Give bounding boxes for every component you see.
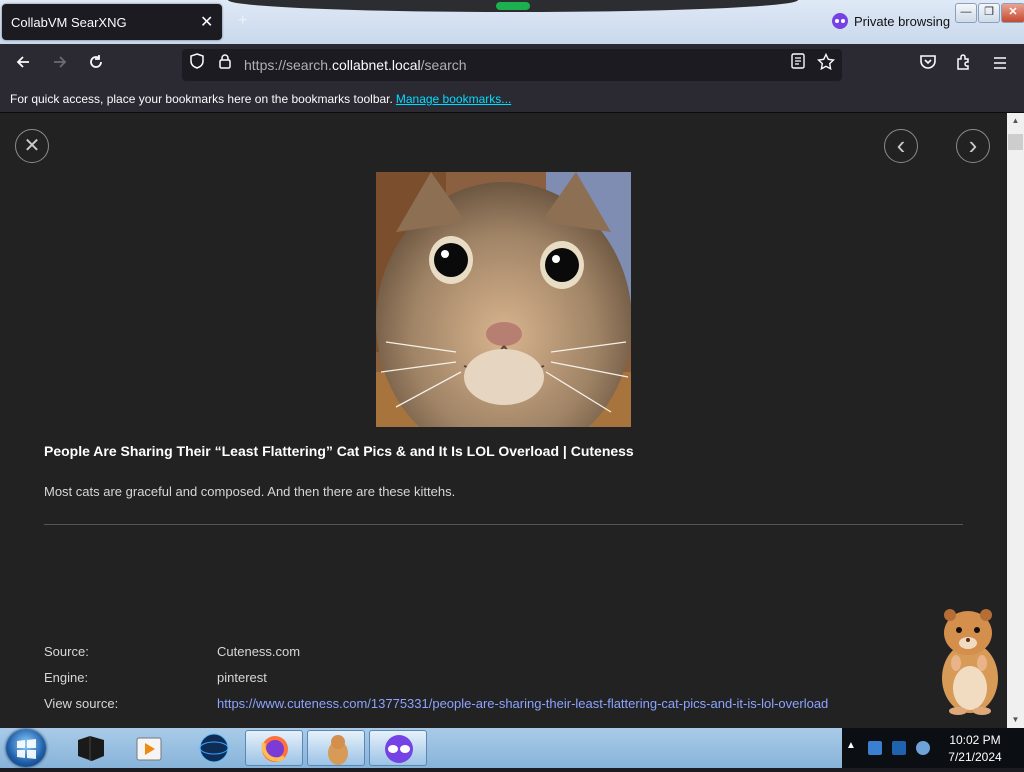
network-tray-icon[interactable] [868,741,882,755]
windows-logo-icon [17,739,36,759]
manage-bookmarks-link[interactable]: Manage bookmarks... [396,92,511,106]
globe-icon [199,733,229,763]
scroll-up-icon[interactable]: ▲ [1007,113,1024,129]
chevron-right-icon: › [968,130,978,160]
tab-title: CollabVM SearXNG [11,15,127,30]
tracking-shield-icon[interactable] [185,53,209,77]
taskbar-private-firefox[interactable] [369,730,427,766]
reload-button[interactable] [83,52,109,78]
pocket-button[interactable] [915,52,941,78]
result-title[interactable]: People Are Sharing Their “Least Flatteri… [44,443,634,459]
hamster-desktop-pet[interactable] [930,603,1005,718]
bookmarks-toolbar: For quick access, place your bookmarks h… [0,86,1024,113]
pocket-icon [920,55,936,69]
title-bar: CollabVM SearXNG ✕ + Private browsing — … [0,0,1024,44]
url-host: collabnet.local [331,57,421,73]
result-description: Most cats are graceful and composed. And… [44,484,456,499]
view-source-label: View source: [44,696,119,711]
hamster-icon [942,609,998,715]
url-path: /search [420,57,467,73]
chevron-left-icon: ‹ [896,130,906,160]
cat-photo-icon [376,172,631,427]
taskbar-globe-app[interactable] [185,730,243,766]
bookmarks-hint: For quick access, place your bookmarks h… [10,92,511,106]
volume-tray-icon[interactable] [916,741,930,755]
engine-value: pinterest [217,670,267,685]
forward-button[interactable] [47,52,73,78]
reader-view-icon[interactable] [786,53,810,77]
menu-button[interactable] [987,52,1013,78]
back-arrow-icon [16,56,29,68]
taskbar-hamster-app[interactable] [307,730,365,766]
private-browsing-app-icon [385,735,413,763]
tray-expand-icon[interactable]: ▲ [846,740,856,751]
lock-glyph [219,54,231,69]
url-bar[interactable]: https://search.collabnet.local/search [182,49,842,81]
scroll-thumb[interactable] [1008,134,1023,150]
url-prefix: https://search. [244,57,332,73]
page-scrollbar[interactable]: ▲ ▼ [1007,113,1024,728]
taskbar-terminal[interactable] [62,730,120,766]
taskbar-media-player[interactable] [120,730,178,766]
private-mask-icon [832,13,848,29]
tab-close-icon[interactable]: ✕ [200,12,213,32]
shield-glyph [190,53,204,69]
clock-date: 7/21/2024 [948,750,1002,764]
bookmark-star-icon[interactable] [814,52,838,77]
new-tab-button[interactable]: + [238,12,247,30]
windows-taskbar: ▲ 10:02 PM 7/21/2024 [0,728,1024,768]
taskbar-firefox[interactable] [245,730,303,766]
private-browsing-label: Private browsing [854,13,951,29]
forward-arrow-icon [54,56,67,68]
terminal-icon [78,736,104,761]
bookmarks-hint-text: For quick access, place your bookmarks h… [10,92,393,106]
restore-button[interactable]: ❐ [978,3,1000,23]
scroll-down-icon[interactable]: ▼ [1007,712,1024,728]
puzzle-icon [957,54,969,70]
reload-icon [90,55,102,68]
extensions-button[interactable] [951,52,977,78]
media-player-icon [136,737,162,761]
system-tray: ▲ 10:02 PM 7/21/2024 [842,728,1024,768]
source-value: Cuteness.com [217,644,301,659]
tray-clock[interactable]: 10:02 PM 7/21/2024 [930,732,1020,766]
next-image-button[interactable]: › [956,129,990,163]
close-detail-button[interactable]: ✕ [15,129,49,163]
minimize-button[interactable]: — [955,3,977,23]
private-browsing-indicator: Private browsing [832,13,950,29]
divider [44,524,963,525]
previous-image-button[interactable]: ‹ [884,129,918,163]
back-button[interactable] [10,52,36,78]
url-text[interactable]: https://search.collabnet.local/search [244,57,467,73]
remote-indicator [496,2,530,10]
image-detail-view: ✕ ‹ › People Are Sharing Their “Least Fl… [0,113,1007,728]
result-image[interactable] [376,172,631,427]
tab-active[interactable]: CollabVM SearXNG ✕ [2,4,222,40]
clock-time: 10:02 PM [949,733,1001,747]
hamster-app-icon [328,735,348,765]
lock-icon[interactable] [213,53,237,77]
close-window-button[interactable]: ✕ [1001,3,1024,23]
window-caption-notch [228,0,798,12]
reader-glyph [791,53,805,69]
start-button[interactable] [6,729,46,767]
close-icon: ✕ [23,135,41,157]
engine-label: Engine: [44,670,89,685]
star-glyph [816,52,836,71]
source-label: Source: [44,644,89,659]
firefox-icon [261,736,288,762]
nav-bar: https://search.collabnet.local/search [0,44,1024,86]
hamburger-icon [994,57,1006,69]
window-controls: — ❐ ✕ [955,3,1024,23]
display-tray-icon[interactable] [892,741,906,755]
view-source-link[interactable]: https://www.cuteness.com/13775331/people… [217,696,828,711]
